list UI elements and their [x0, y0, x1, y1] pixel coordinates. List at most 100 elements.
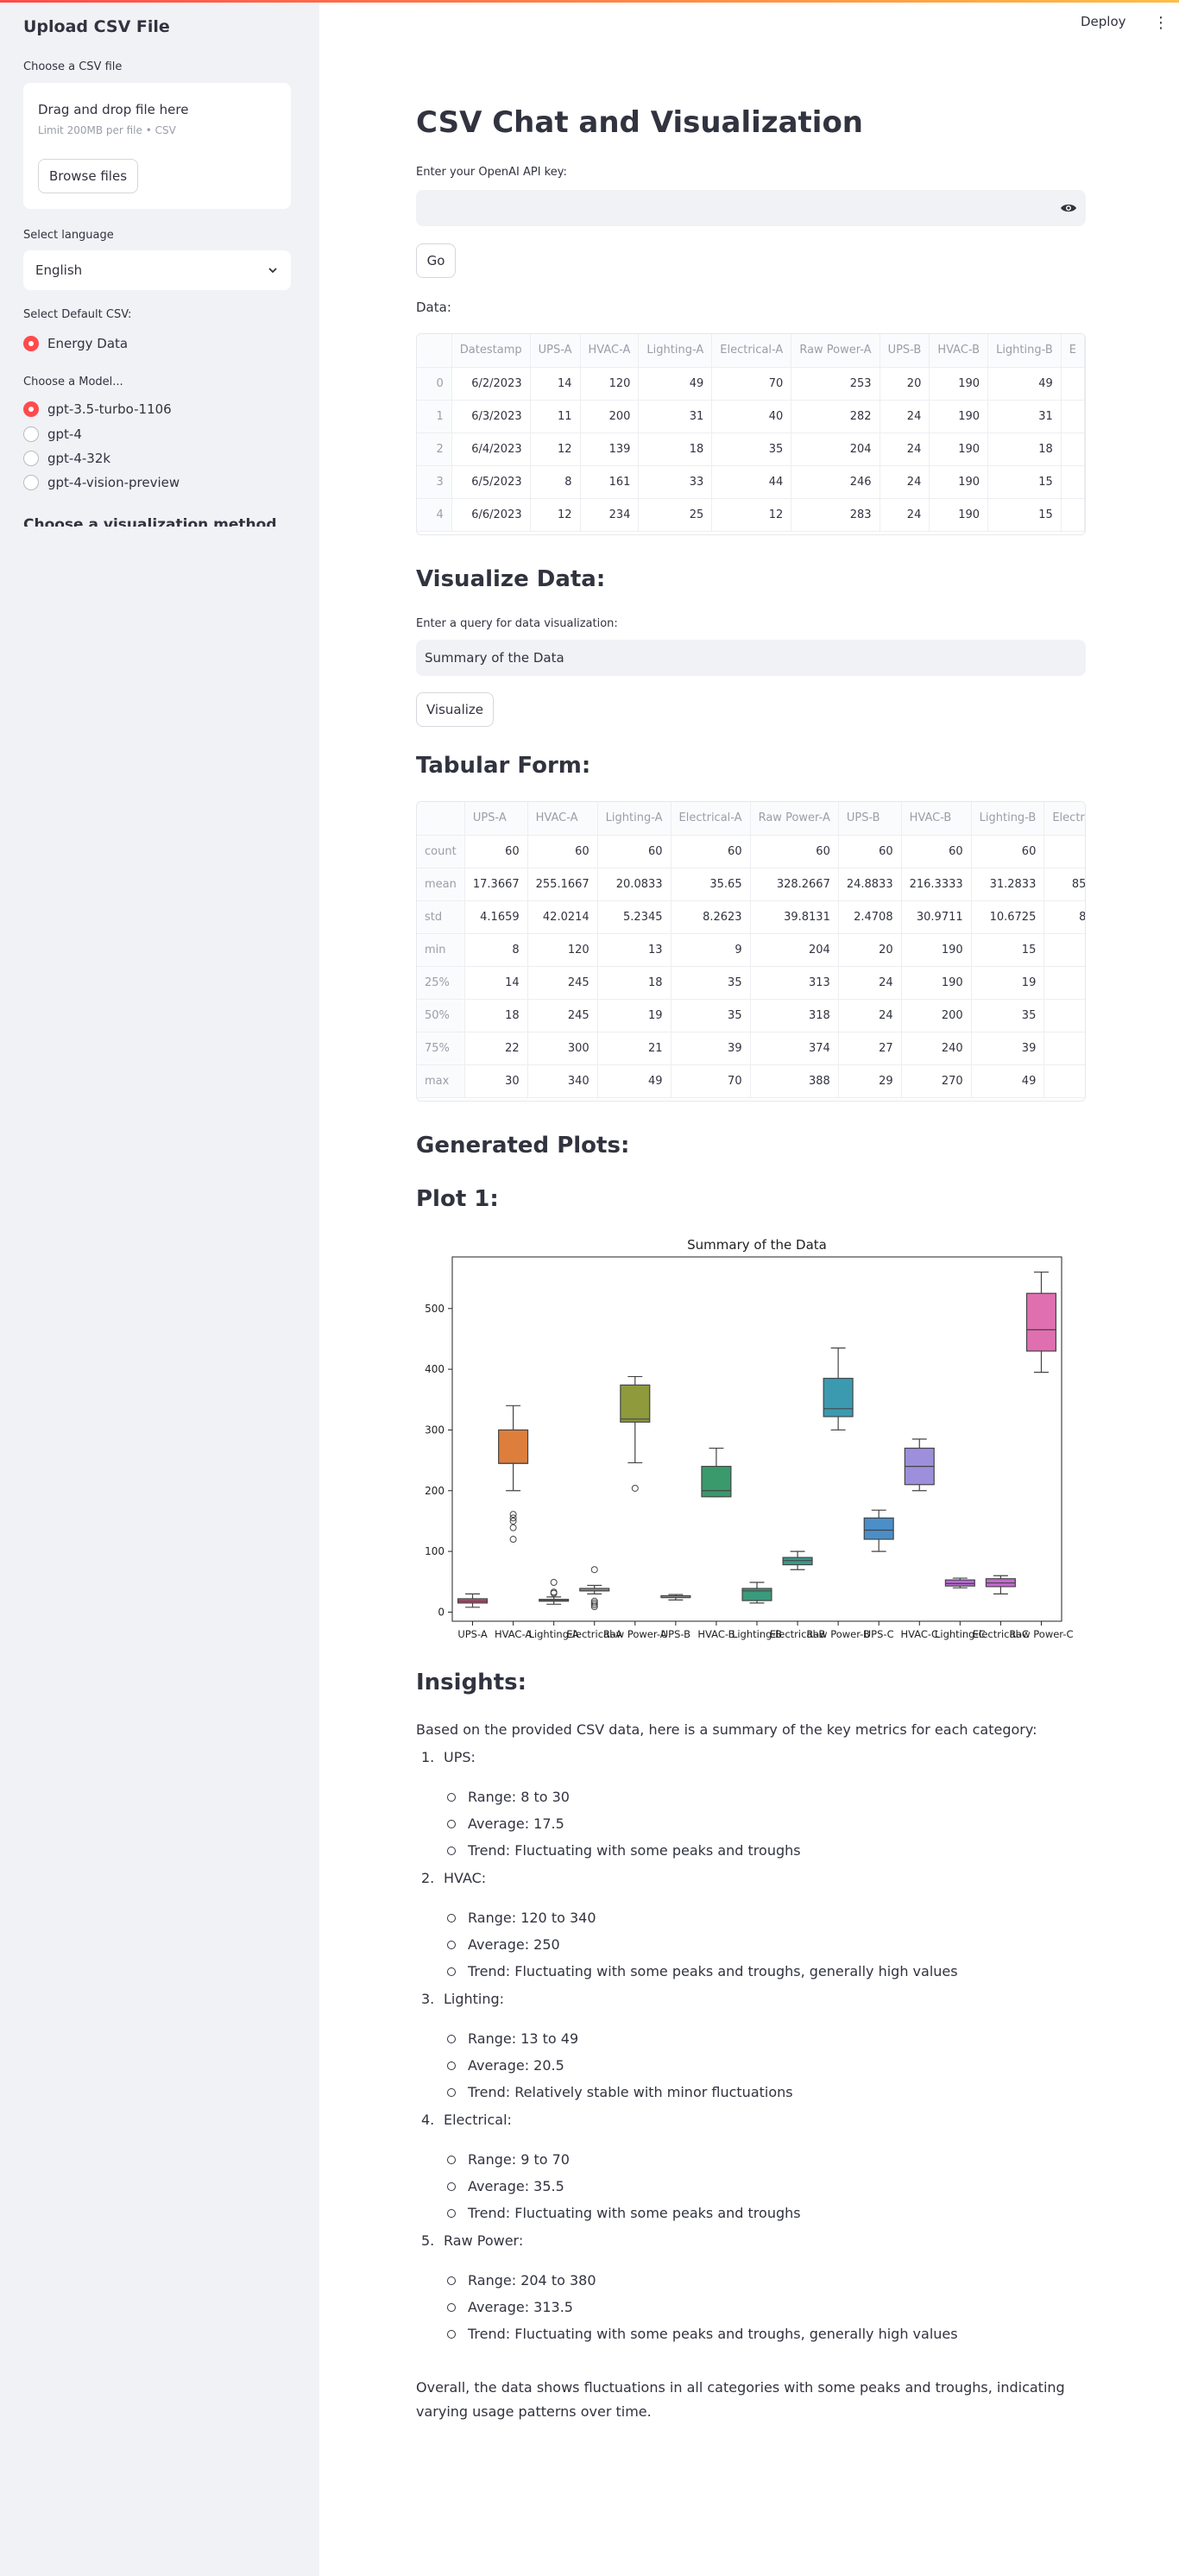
table-cell[interactable]: 283: [791, 498, 880, 532]
column-header[interactable]: UPS-B: [880, 334, 930, 368]
table-cell[interactable]: 190: [901, 933, 972, 967]
table-cell[interactable]: 70: [711, 367, 792, 401]
table-cell[interactable]: 120: [580, 367, 640, 401]
language-select[interactable]: English: [23, 250, 291, 290]
table-cell[interactable]: 20.0833: [597, 868, 671, 901]
table-cell[interactable]: 6/4/2023: [451, 432, 531, 466]
table-cell[interactable]: 245: [527, 999, 598, 1032]
table-cell[interactable]: 39.8131: [750, 900, 839, 934]
table-cell[interactable]: 12: [530, 498, 581, 532]
api-key-input[interactable]: [416, 190, 1086, 226]
row-index[interactable]: mean: [417, 868, 465, 901]
table-cell[interactable]: 49: [597, 1064, 671, 1098]
table-cell[interactable]: 255.1667: [527, 868, 598, 901]
row-index[interactable]: 1: [417, 400, 452, 433]
table-cell[interactable]: 25: [638, 498, 713, 532]
table-cell[interactable]: 5.2345: [597, 900, 671, 934]
table-cell[interactable]: 15: [987, 498, 1062, 532]
table-cell[interactable]: 60: [971, 835, 1045, 868]
column-header[interactable]: E: [1061, 334, 1085, 368]
table-cell[interactable]: 200: [580, 400, 640, 433]
table-cell[interactable]: 24: [880, 465, 930, 499]
table-cell[interactable]: 40: [711, 400, 792, 433]
table-cell[interactable]: [1061, 367, 1085, 401]
radio-model-gpt-4-32k[interactable]: gpt-4-32k: [23, 451, 110, 466]
row-index[interactable]: 25%: [417, 966, 465, 1000]
table-cell[interactable]: 70: [671, 1064, 751, 1098]
radio-model-gpt-3-5[interactable]: gpt-3.5-turbo-1106: [23, 401, 172, 417]
table-cell[interactable]: 39: [671, 1032, 751, 1065]
table-cell[interactable]: 190: [929, 498, 989, 532]
deploy-button[interactable]: Deploy: [1081, 14, 1126, 29]
row-index[interactable]: 2: [417, 432, 452, 466]
table-cell[interactable]: 8: [530, 465, 581, 499]
table-cell[interactable]: 340: [527, 1064, 598, 1098]
table-cell[interactable]: 24: [838, 999, 902, 1032]
table-cell[interactable]: 216.3333: [901, 868, 972, 901]
main-menu-icon[interactable]: ⋮: [1153, 14, 1169, 32]
stats-table[interactable]: UPS-A HVAC-A Lighting-A Electrical-A Raw Pow…: [416, 801, 1086, 1102]
table-cell[interactable]: 6/3/2023: [451, 400, 531, 433]
column-header[interactable]: Datestamp: [451, 334, 531, 368]
column-header[interactable]: Lighting-B: [971, 802, 1045, 836]
table-cell[interactable]: 204: [791, 432, 880, 466]
table-cell[interactable]: 246: [791, 465, 880, 499]
table-cell[interactable]: 35: [711, 432, 792, 466]
table-cell[interactable]: 190: [929, 432, 989, 466]
column-header[interactable]: UPS-B: [838, 802, 902, 836]
row-index[interactable]: count: [417, 835, 465, 868]
column-header[interactable]: Electrical: [1043, 802, 1085, 836]
visualize-button[interactable]: Visualize: [416, 692, 494, 727]
table-cell[interactable]: 42.0214: [527, 900, 598, 934]
column-header[interactable]: UPS-A: [464, 802, 528, 836]
table-cell[interactable]: 31: [987, 400, 1062, 433]
table-cell[interactable]: 6/5/2023: [451, 465, 531, 499]
table-cell[interactable]: 300: [527, 1032, 598, 1065]
table-cell[interactable]: 18: [638, 432, 713, 466]
table-cell[interactable]: 318: [750, 999, 839, 1032]
table-cell[interactable]: 60: [464, 835, 528, 868]
table-cell[interactable]: 35: [671, 999, 751, 1032]
table-cell[interactable]: 8.2623: [671, 900, 751, 934]
table-cell[interactable]: 11: [530, 400, 581, 433]
table-cell[interactable]: [1061, 465, 1085, 499]
table-cell[interactable]: 253: [791, 367, 880, 401]
radio-model-gpt-4[interactable]: gpt-4: [23, 426, 82, 442]
table-cell[interactable]: 374: [750, 1032, 839, 1065]
table-cell[interactable]: 44: [711, 465, 792, 499]
table-cell[interactable]: 35: [671, 966, 751, 1000]
table-cell[interactable]: 139: [580, 432, 640, 466]
table-cell[interactable]: 24: [838, 966, 902, 1000]
table-cell[interactable]: 19: [597, 999, 671, 1032]
data-table[interactable]: Datestamp UPS-A HVAC-A Lighting-A Electrical…: [416, 333, 1086, 535]
table-cell[interactable]: 60: [671, 835, 751, 868]
table-cell[interactable]: 20: [838, 933, 902, 967]
table-cell[interactable]: 15: [971, 933, 1045, 967]
table-cell[interactable]: 35: [971, 999, 1045, 1032]
column-header[interactable]: Raw Power-A: [791, 334, 880, 368]
table-cell[interactable]: 10.6725: [971, 900, 1045, 934]
table-cell[interactable]: 85.16: [1043, 868, 1085, 901]
table-cell[interactable]: 22: [464, 1032, 528, 1065]
table-cell[interactable]: 24: [880, 400, 930, 433]
table-cell[interactable]: 60: [901, 835, 972, 868]
row-index[interactable]: std: [417, 900, 465, 934]
column-header[interactable]: HVAC-B: [901, 802, 972, 836]
table-cell[interactable]: 1: [1043, 1064, 1085, 1098]
table-cell[interactable]: [1061, 498, 1085, 532]
table-cell[interactable]: 190: [929, 465, 989, 499]
table-cell[interactable]: [1043, 1032, 1085, 1065]
table-cell[interactable]: 8: [464, 933, 528, 967]
table-cell[interactable]: 27: [838, 1032, 902, 1065]
column-header[interactable]: Raw Power-A: [750, 802, 839, 836]
column-header[interactable]: Electrical-A: [671, 802, 751, 836]
table-cell[interactable]: 12: [530, 432, 581, 466]
table-cell[interactable]: 2.4708: [838, 900, 902, 934]
table-cell[interactable]: 49: [638, 367, 713, 401]
table-cell[interactable]: 6/6/2023: [451, 498, 531, 532]
table-cell[interactable]: 18: [987, 432, 1062, 466]
table-cell[interactable]: 30: [464, 1064, 528, 1098]
table-cell[interactable]: 24.8833: [838, 868, 902, 901]
table-cell[interactable]: 60: [527, 835, 598, 868]
table-cell[interactable]: 18: [464, 999, 528, 1032]
